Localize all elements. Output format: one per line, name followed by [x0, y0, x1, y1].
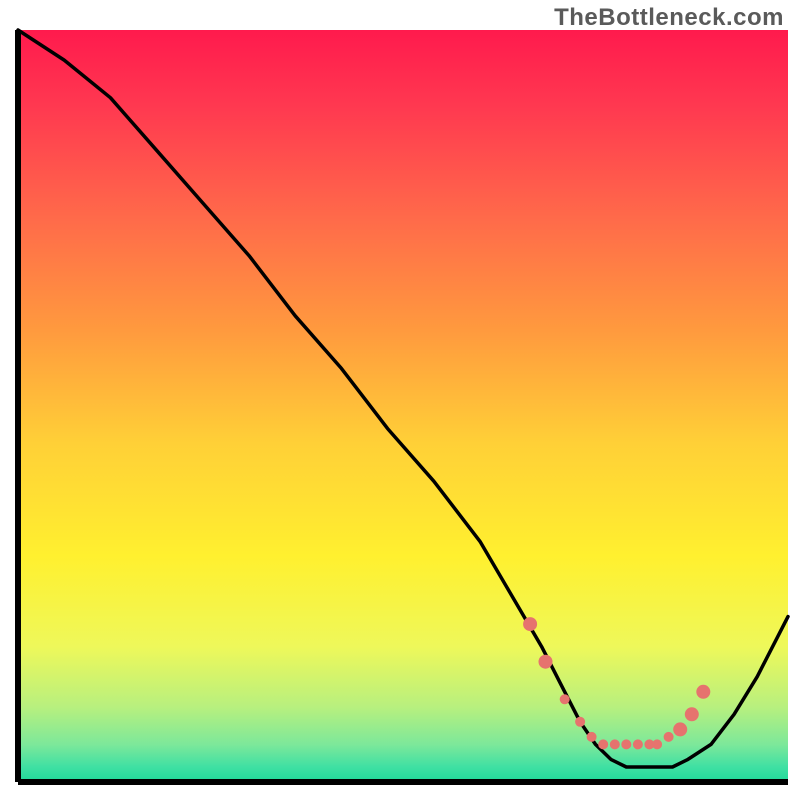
marker-dot: [696, 685, 710, 699]
watermark-text: TheBottleneck.com: [554, 4, 784, 32]
marker-dot: [587, 732, 597, 742]
marker-dot: [610, 739, 620, 749]
marker-dot: [633, 739, 643, 749]
marker-dot: [685, 707, 699, 721]
marker-dot: [523, 617, 537, 631]
gradient-background: [18, 30, 788, 782]
marker-dot: [621, 739, 631, 749]
marker-dot: [560, 694, 570, 704]
marker-dot: [598, 739, 608, 749]
chart-container: TheBottleneck.com: [0, 0, 800, 800]
marker-dot: [575, 717, 585, 727]
marker-dot: [652, 739, 662, 749]
marker-dot: [664, 732, 674, 742]
marker-dot: [539, 655, 553, 669]
marker-dot: [673, 722, 687, 736]
chart-svg: [0, 0, 800, 800]
